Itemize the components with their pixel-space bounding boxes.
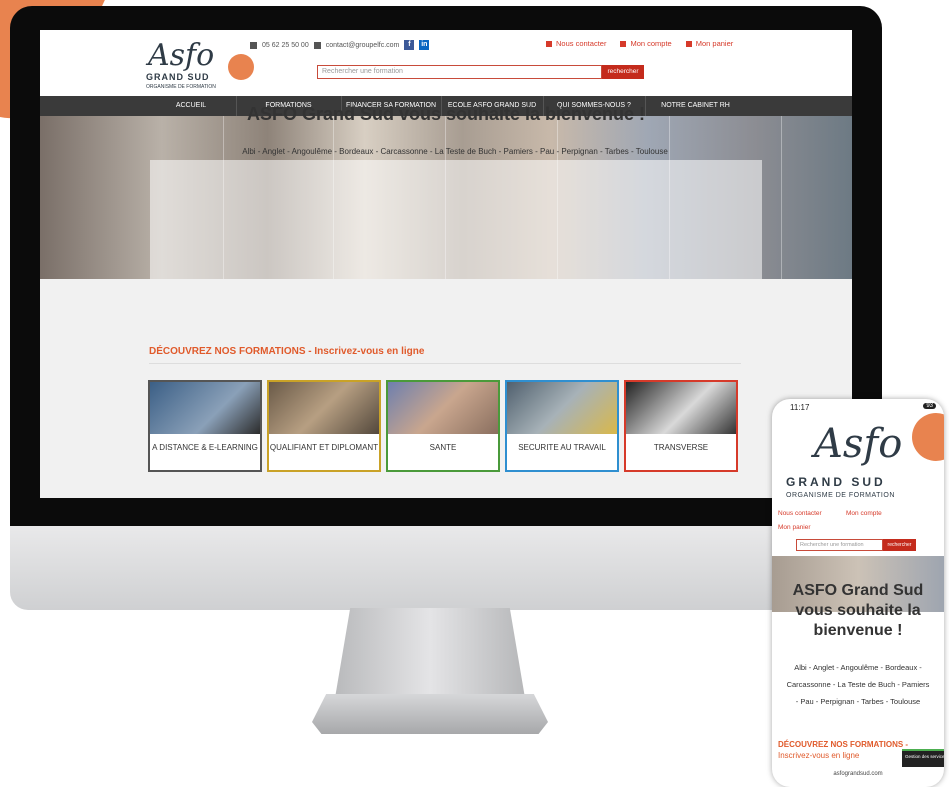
- card-securite[interactable]: SECURITE AU TRAVAIL: [505, 380, 619, 472]
- phone-icon: [250, 41, 257, 49]
- logo-grand-sud: GRAND SUD: [146, 72, 210, 82]
- section-divider: [149, 363, 741, 364]
- logo-figure-icon: [228, 54, 254, 80]
- search-input[interactable]: Rechercher une formation: [317, 65, 602, 79]
- account-link[interactable]: Mon compte: [620, 39, 672, 48]
- mobile-contact-link[interactable]: Nous contacter: [778, 510, 822, 517]
- card-image: [507, 382, 617, 434]
- cookie-banner[interactable]: Gestion des services: [902, 749, 944, 767]
- hero-title: ASFO Grand Sud vous souhaite la bienvenu…: [246, 104, 646, 124]
- card-qualifiant[interactable]: QUALIFIANT ET DIPLOMANT: [267, 380, 381, 472]
- status-bar: 11:17 93: [772, 399, 944, 417]
- card-label: A DISTANCE & E-LEARNING: [152, 443, 258, 452]
- imac-chin: [10, 526, 882, 610]
- mobile-hero-title: ASFO Grand Sud vous souhaite la bienvenu…: [792, 582, 924, 639]
- url-bar[interactable]: asfograndsud.com: [772, 771, 944, 777]
- card-transverse[interactable]: TRANSVERSE: [624, 380, 738, 472]
- mail-icon: [313, 41, 321, 49]
- imac-stand-neck: [335, 608, 525, 698]
- logo-tagline: ORGANISME DE FORMATION: [146, 84, 216, 90]
- card-image: [626, 382, 736, 434]
- card-sante[interactable]: SANTE: [386, 380, 500, 472]
- hero-overlay: [150, 160, 762, 279]
- cart-link[interactable]: Mon panier: [685, 39, 733, 48]
- card-image: [150, 382, 260, 434]
- logo-script: Asfo: [148, 38, 215, 73]
- hero-banner: [40, 116, 852, 279]
- contact-icon: [546, 40, 552, 47]
- card-distance[interactable]: A DISTANCE & E-LEARNING: [148, 380, 262, 472]
- mobile-logo-figure-icon: [912, 413, 944, 461]
- card-label: SECURITE AU TRAVAIL: [518, 443, 606, 452]
- mobile-search-button[interactable]: rechercher: [883, 539, 916, 551]
- contact-bar: 05 62 25 50 00 contact@groupelfc.com f i…: [250, 40, 430, 50]
- top-links: Nous contacter Mon compte Mon panier: [546, 39, 733, 48]
- email-link[interactable]: contact@groupelfc.com: [326, 42, 400, 49]
- desktop-website: Asfo GRAND SUD ORGANISME DE FORMATION 05…: [40, 30, 852, 498]
- search-button[interactable]: rechercher: [602, 65, 644, 79]
- linkedin-icon[interactable]: in: [419, 40, 430, 50]
- mobile-cart-link[interactable]: Mon panier: [778, 524, 811, 531]
- card-label: SANTE: [429, 443, 457, 452]
- cart-icon: [685, 40, 692, 47]
- card-label: TRANSVERSE: [653, 443, 709, 452]
- mobile-formations-title-main: DÉCOUVREZ NOS FORMATIONS -: [778, 740, 909, 749]
- mobile-logo-grand-sud: GRAND SUD: [786, 475, 886, 489]
- mobile-account-link[interactable]: Mon compte: [846, 510, 882, 517]
- mobile-search-input[interactable]: Rechercher une formation: [796, 539, 883, 551]
- facebook-icon[interactable]: f: [404, 40, 415, 50]
- clock: 11:17: [790, 403, 810, 412]
- formation-cards: A DISTANCE & E-LEARNING QUALIFIANT ET DI…: [148, 380, 738, 472]
- mobile-website: 11:17 93 Asfo GRAND SUD ORGANISME DE FOR…: [772, 399, 944, 787]
- imac-stand-foot: [312, 694, 548, 734]
- card-label: QUALIFIANT ET DIPLOMANT: [269, 443, 379, 452]
- logo[interactable]: Asfo GRAND SUD ORGANISME DE FORMATION: [144, 38, 264, 94]
- formations-title: DÉCOUVREZ NOS FORMATIONS - Inscrivez-vou…: [149, 346, 425, 357]
- stage: Asfo GRAND SUD ORGANISME DE FORMATION 05…: [0, 0, 949, 787]
- card-image: [388, 382, 498, 434]
- mobile-logo-script[interactable]: Asfo: [814, 421, 902, 467]
- site-header: Asfo GRAND SUD ORGANISME DE FORMATION 05…: [40, 30, 852, 96]
- contact-link[interactable]: Nous contacter: [546, 39, 606, 48]
- mobile-logo-tagline: ORGANISME DE FORMATION: [786, 492, 895, 499]
- hero-cities: Albi - Anglet - Angoulême - Bordeaux - C…: [242, 147, 668, 156]
- battery-icon: 93: [923, 403, 936, 409]
- mobile-hero-cities: Albi - Anglet - Angoulême - Bordeaux - C…: [786, 663, 930, 706]
- lock-icon: [620, 40, 627, 47]
- phone-number[interactable]: 05 62 25 50 00: [262, 42, 309, 49]
- card-image: [269, 382, 379, 434]
